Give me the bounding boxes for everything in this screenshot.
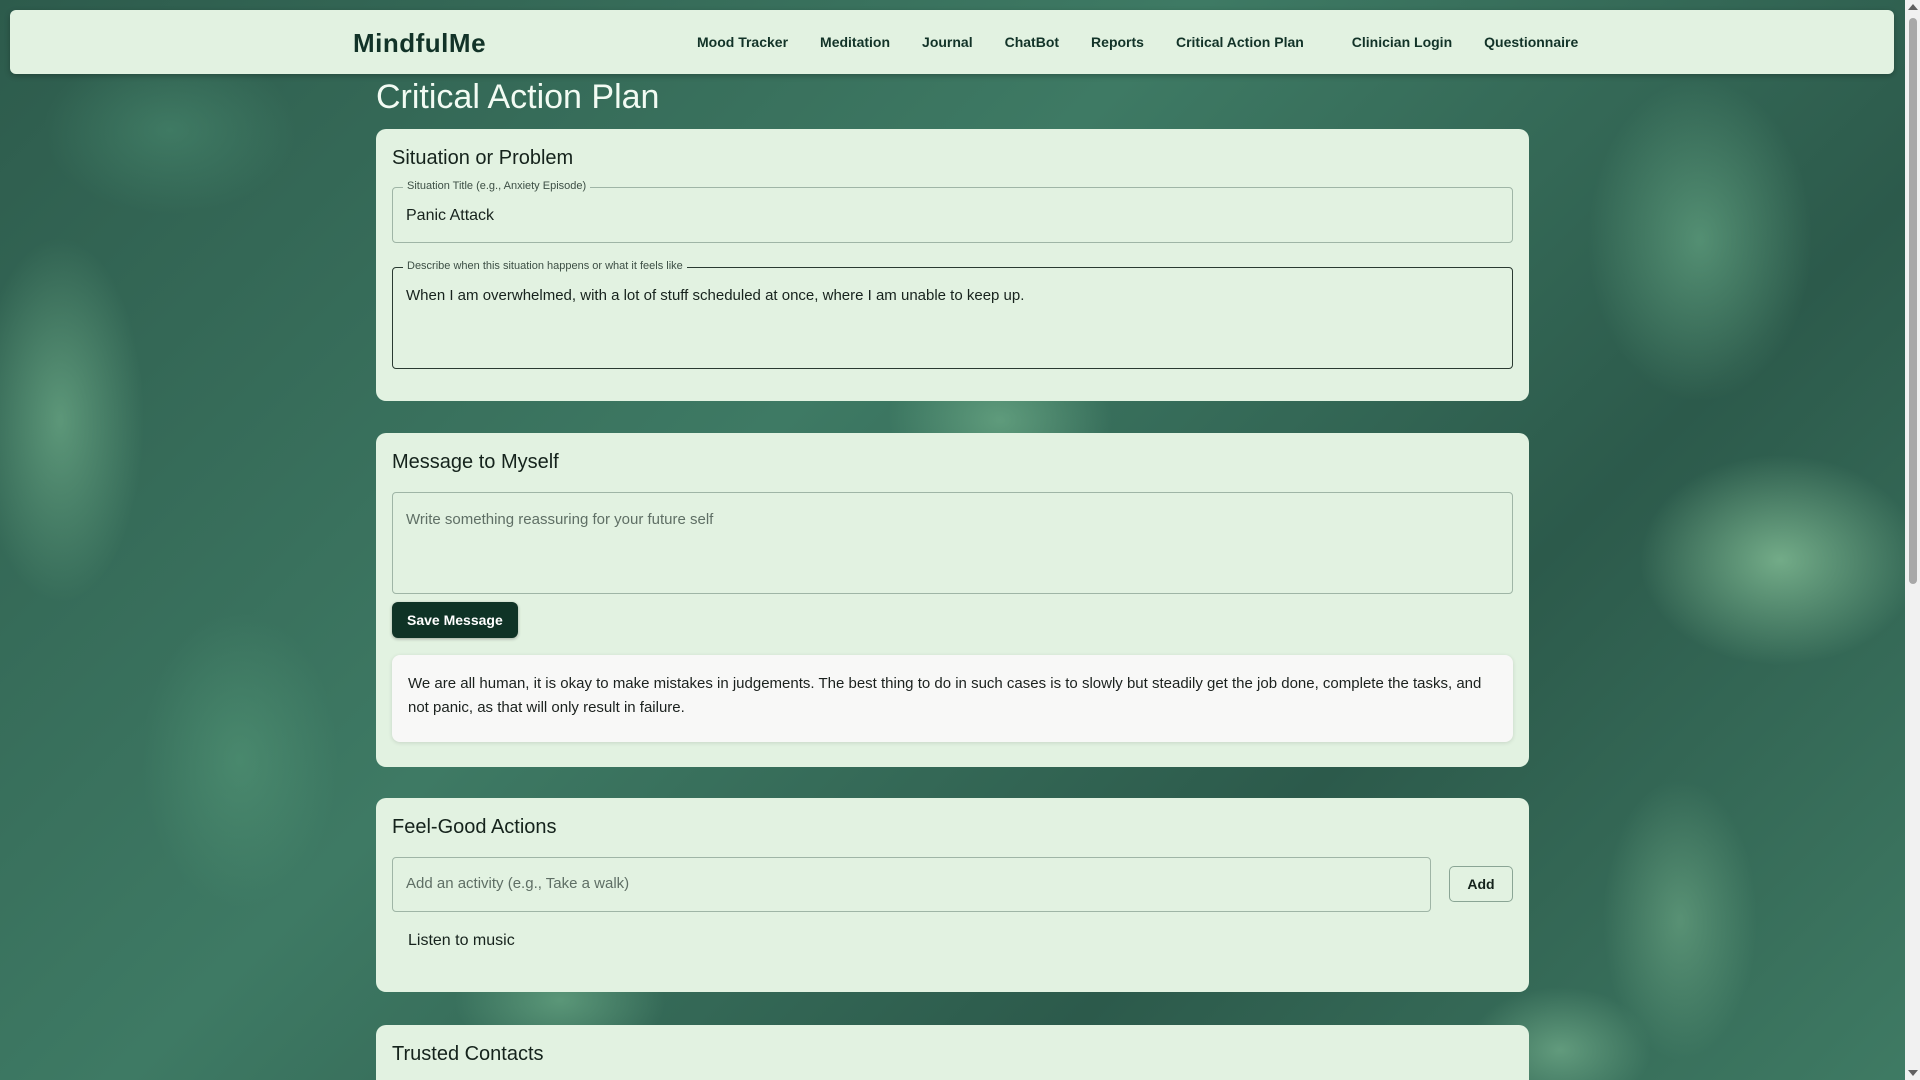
scroll-down-icon[interactable]	[1908, 1070, 1918, 1076]
scroll-up-icon[interactable]	[1908, 4, 1918, 10]
situation-title-field[interactable]: Situation Title (e.g., Anxiety Episode) …	[392, 180, 1513, 243]
situation-card: Situation or Problem Situation Title (e.…	[376, 129, 1529, 401]
message-input[interactable]: Write something reassuring for your futu…	[392, 492, 1513, 594]
situation-description-field[interactable]: Describe when this situation happens or …	[392, 260, 1513, 369]
nav-links: Mood Tracker Meditation Journal ChatBot …	[697, 10, 1610, 74]
activity-placeholder: Add an activity (e.g., Take a walk)	[406, 875, 630, 892]
trusted-contacts-card: Trusted Contacts	[376, 1025, 1529, 1080]
nav-link-mood-tracker[interactable]: Mood Tracker	[697, 34, 788, 50]
situation-title-label: Situation Title (e.g., Anxiety Episode)	[403, 180, 591, 192]
nav-link-journal[interactable]: Journal	[922, 34, 973, 50]
saved-message: We are all human, it is okay to make mis…	[392, 655, 1513, 742]
top-navbar: MindfulMe Mood Tracker Meditation Journa…	[10, 10, 1894, 74]
page-scrollbar[interactable]	[1905, 0, 1920, 1080]
contacts-heading: Trusted Contacts	[392, 1043, 544, 1065]
message-placeholder: Write something reassuring for your futu…	[406, 511, 714, 528]
nav-link-questionnaire[interactable]: Questionnaire	[1484, 34, 1578, 50]
situation-heading: Situation or Problem	[392, 147, 574, 169]
action-item: Listen to music	[408, 932, 515, 949]
feel-good-actions-card: Feel-Good Actions Add an activity (e.g.,…	[376, 798, 1529, 992]
nav-link-chatbot[interactable]: ChatBot	[1005, 34, 1059, 50]
actions-heading: Feel-Good Actions	[392, 816, 557, 838]
nav-link-critical-action-plan[interactable]: Critical Action Plan	[1176, 34, 1304, 50]
scroll-thumb[interactable]	[1909, 18, 1917, 584]
nav-link-meditation[interactable]: Meditation	[820, 34, 890, 50]
activity-input[interactable]: Add an activity (e.g., Take a walk)	[392, 857, 1431, 912]
message-heading: Message to Myself	[392, 451, 559, 473]
nav-link-reports[interactable]: Reports	[1091, 34, 1144, 50]
brand-logo[interactable]: MindfulMe	[353, 10, 486, 74]
add-activity-button[interactable]: Add	[1449, 866, 1513, 902]
page-title: Critical Action Plan	[376, 78, 660, 116]
situation-title-value: Panic Attack	[406, 207, 495, 224]
nav-link-clinician-login[interactable]: Clinician Login	[1352, 34, 1452, 50]
message-card: Message to Myself Write something reassu…	[376, 433, 1529, 767]
situation-description-value: When I am overwhelmed, with a lot of stu…	[406, 287, 1025, 304]
save-message-button[interactable]: Save Message	[392, 602, 518, 638]
situation-description-label: Describe when this situation happens or …	[403, 260, 687, 272]
